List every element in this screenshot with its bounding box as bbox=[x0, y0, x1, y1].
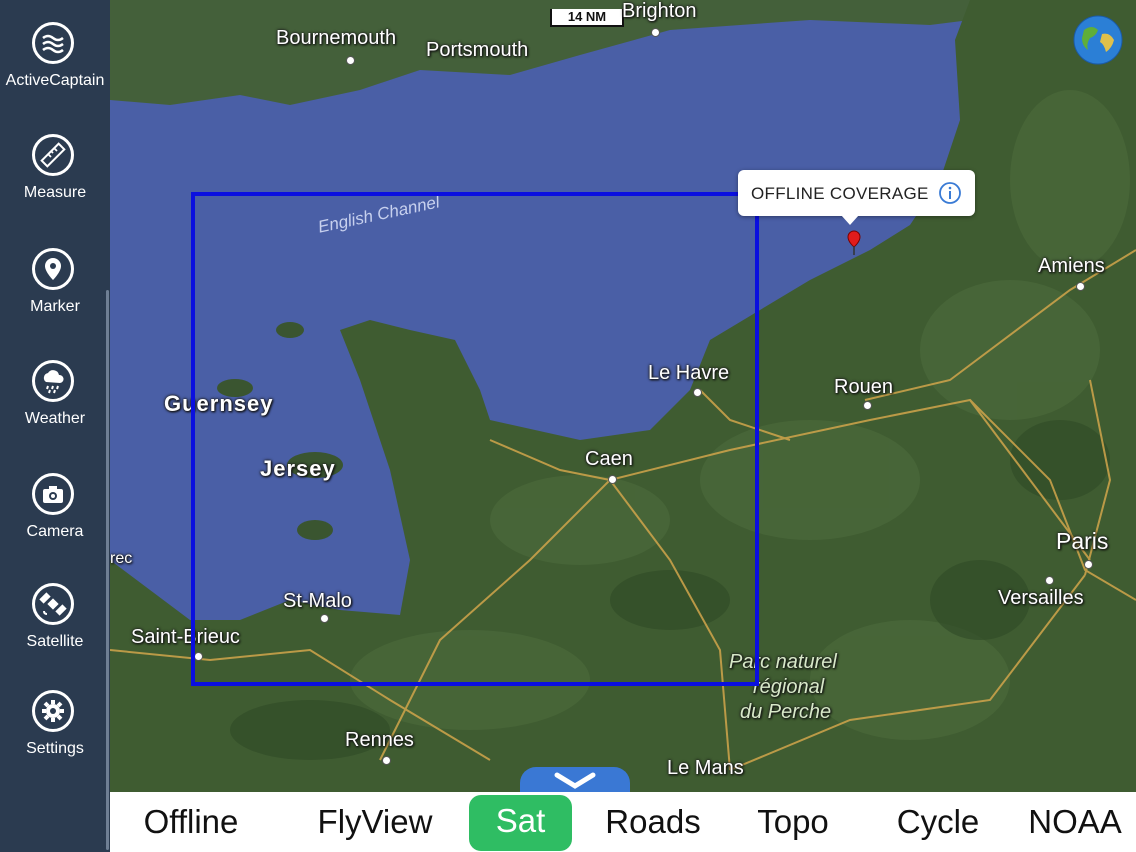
tab-flyview[interactable]: FlyView bbox=[305, 792, 445, 852]
city-dot bbox=[651, 28, 660, 37]
scale-bar: 14 NM bbox=[550, 9, 624, 27]
offline-coverage-callout[interactable]: OFFLINE COVERAGE bbox=[738, 170, 975, 225]
city-dot bbox=[1045, 576, 1054, 585]
map-view[interactable]: 14 NM Bournemouth Portsmouth Brighton En… bbox=[110, 0, 1136, 792]
sidebar-item-label: Weather bbox=[24, 410, 86, 427]
tab-topo[interactable]: Topo bbox=[748, 792, 838, 852]
tab-cycle[interactable]: Cycle bbox=[888, 792, 988, 852]
camera-icon bbox=[32, 473, 74, 515]
sidebar-item-label: ActiveCaptain bbox=[5, 72, 105, 89]
place-label: Amiens bbox=[1038, 255, 1105, 277]
place-label: rec bbox=[110, 550, 133, 567]
sidebar-scrollbar[interactable] bbox=[106, 290, 109, 850]
map-type-tabbar: Offline FlyView Sat Roads Topo Cycle NOA… bbox=[110, 792, 1136, 852]
info-icon[interactable] bbox=[938, 181, 962, 205]
city-dot bbox=[346, 56, 355, 65]
place-label: Portsmouth bbox=[426, 39, 529, 61]
sidebar-item-marker[interactable]: Marker bbox=[0, 248, 110, 348]
ruler-icon bbox=[32, 134, 74, 176]
chevron-down-icon bbox=[554, 772, 596, 789]
collapse-toolbar-button[interactable] bbox=[520, 767, 630, 792]
globe-icon[interactable] bbox=[1072, 14, 1124, 66]
satellite-icon bbox=[32, 583, 74, 625]
place-label: Versailles bbox=[998, 587, 1084, 609]
sidebar-item-label: Settings bbox=[26, 740, 84, 757]
sidebar-item-camera[interactable]: Camera bbox=[0, 473, 110, 573]
activecaptain-waves-icon bbox=[32, 22, 74, 64]
tab-noaa[interactable]: NOAA bbox=[1020, 792, 1130, 852]
tab-offline[interactable]: Offline bbox=[126, 792, 256, 852]
city-dot bbox=[1076, 282, 1085, 291]
sidebar: ActiveCaptain Measure Marker Weather Cam… bbox=[0, 0, 110, 852]
map-pin-marker-icon[interactable] bbox=[846, 230, 862, 256]
gear-icon bbox=[32, 690, 74, 732]
tab-sat[interactable]: Sat bbox=[469, 795, 572, 851]
sidebar-item-label: Camera bbox=[26, 523, 84, 540]
offline-coverage-box[interactable] bbox=[191, 192, 759, 686]
cloud-rain-icon bbox=[32, 360, 74, 402]
park-label: du Perche bbox=[740, 701, 832, 723]
place-label: Brighton bbox=[622, 0, 697, 22]
sidebar-item-label: Measure bbox=[23, 184, 87, 201]
map-pin-icon bbox=[32, 248, 74, 290]
place-label: Rennes bbox=[345, 729, 414, 751]
sidebar-item-measure[interactable]: Measure bbox=[0, 134, 110, 234]
tab-roads[interactable]: Roads bbox=[598, 792, 708, 852]
sidebar-item-label: Marker bbox=[30, 298, 80, 315]
city-dot bbox=[1084, 560, 1093, 569]
sidebar-item-settings[interactable]: Settings bbox=[0, 690, 110, 790]
place-label: Bournemouth bbox=[276, 27, 397, 49]
callout-text: OFFLINE COVERAGE bbox=[751, 184, 929, 203]
sidebar-item-weather[interactable]: Weather bbox=[0, 360, 110, 460]
place-label: Rouen bbox=[834, 376, 893, 398]
park-label: régional bbox=[753, 676, 825, 698]
place-label: Paris bbox=[1056, 528, 1109, 554]
sidebar-item-satellite[interactable]: Satellite bbox=[0, 583, 110, 683]
sidebar-item-activecaptain[interactable]: ActiveCaptain bbox=[0, 22, 110, 122]
place-label: Le Mans bbox=[667, 757, 744, 779]
sidebar-item-label: Satellite bbox=[26, 633, 84, 650]
city-dot bbox=[863, 401, 872, 410]
city-dot bbox=[382, 756, 391, 765]
